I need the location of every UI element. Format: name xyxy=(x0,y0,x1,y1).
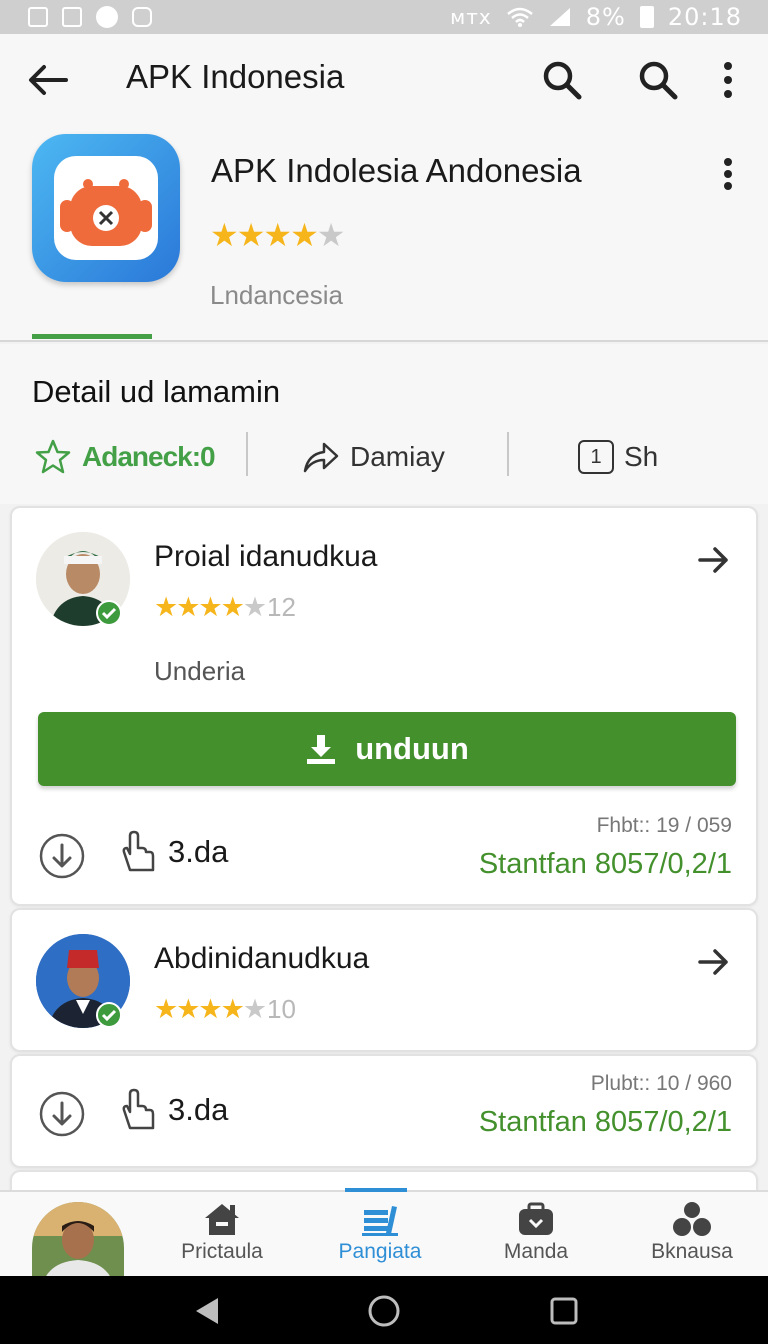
download-circle-icon[interactable] xyxy=(38,832,86,880)
action-sh[interactable]: 1 Sh xyxy=(578,432,658,482)
section-title: Detail ud lamamin xyxy=(32,374,281,409)
verified-badge-icon xyxy=(96,1002,122,1028)
download-count: 3.da xyxy=(168,834,229,869)
action-share-label: Damiay xyxy=(350,441,445,472)
app-card[interactable]: Abdinidanudkua ★★★★★10 xyxy=(10,908,758,1052)
status-right: ᴍᴛx 8% 20:18 xyxy=(450,3,742,31)
system-back-icon[interactable] xyxy=(190,1294,224,1328)
publish-info: Plubt:: 10 / 960 xyxy=(590,1072,732,1095)
card-meta-row: 3.da Fhbt:: 19 / 059 Stantfan 8057/0,2/1 xyxy=(12,814,756,890)
card-title: Abdinidanudkua xyxy=(154,942,370,975)
app-card[interactable]: Proial idanudkua ★★★★★12 Underia unduun … xyxy=(10,506,758,906)
rating-star-partial: ★ xyxy=(316,217,346,253)
action-follow[interactable]: Adaneck:0 xyxy=(34,432,216,482)
card-rating-star-dim: ★ xyxy=(242,994,267,1024)
star-outline-icon xyxy=(35,439,71,474)
card-rating-star-dim: ★ xyxy=(242,592,267,622)
action-share[interactable]: Damiay xyxy=(302,432,445,482)
card-subtitle: Underia xyxy=(154,656,246,686)
status-bar: ᴍᴛx 8% 20:18 xyxy=(0,0,768,34)
shield-icon xyxy=(132,7,152,27)
app-icon-background xyxy=(54,156,158,260)
card-rating: ★★★★★10 xyxy=(154,994,296,1025)
hand-tap-icon[interactable] xyxy=(118,830,156,874)
arrow-right-icon[interactable] xyxy=(696,542,732,578)
card-meta-row: 3.da Plubt:: 10 / 960 Stantfan 8057/0,2/… xyxy=(12,1072,756,1148)
card-title: Proial idanudkua xyxy=(154,540,378,573)
nav-item-pangiata[interactable]: Pangiata xyxy=(310,1200,450,1264)
standard-info: Stantfan 8057/0,2/1 xyxy=(478,1106,732,1138)
card-rating-stars: ★★★★ xyxy=(154,994,245,1024)
system-recents-icon[interactable] xyxy=(547,1294,581,1328)
system-navigation-bar xyxy=(0,1276,768,1344)
download-circle-icon[interactable] xyxy=(38,1090,86,1138)
download-button-label: unduun xyxy=(355,731,469,766)
more-vert-icon[interactable] xyxy=(718,156,738,192)
app-name: APK Indolesia Andonesia xyxy=(211,152,582,189)
publish-info: Fhbt:: 19 / 059 xyxy=(596,814,732,837)
nav-label: Pangiata xyxy=(338,1240,422,1263)
house-icon xyxy=(205,1204,239,1235)
wifi-icon xyxy=(506,7,533,27)
profile-avatar[interactable] xyxy=(32,1202,124,1286)
card-rating-stars: ★★★★ xyxy=(154,592,245,622)
clock: 20:18 xyxy=(667,3,742,31)
rating-stars-filled: ★★★★ xyxy=(210,217,319,253)
community-icon xyxy=(673,1202,711,1236)
badge-one-icon: 1 xyxy=(578,440,614,474)
action-follow-label: Adaneck:0 xyxy=(82,441,216,472)
share-arrow-icon xyxy=(303,442,339,473)
nav-item-prictaula[interactable]: Prictaula xyxy=(152,1200,292,1264)
status-left-icons xyxy=(28,6,152,28)
app-card-meta: 3.da Plubt:: 10 / 960 Stantfan 8057/0,2/… xyxy=(10,1054,758,1168)
moon-icon xyxy=(96,6,118,28)
app-icon xyxy=(32,134,180,282)
verified-badge-icon xyxy=(96,600,122,626)
action-row: Adaneck:0 Damiay 1 Sh xyxy=(0,432,768,482)
developer-name[interactable]: Lndancesia xyxy=(210,280,343,311)
more-vert-icon[interactable] xyxy=(716,58,740,102)
briefcase-icon xyxy=(519,1202,553,1235)
search-icon[interactable] xyxy=(540,58,584,102)
hand-tap-icon[interactable] xyxy=(118,1088,156,1132)
arrow-right-icon[interactable] xyxy=(696,944,732,980)
card-rating-count: 10 xyxy=(267,994,296,1024)
app-rating-stars: ★★★★★ xyxy=(210,216,346,254)
battery-percent: 8% xyxy=(585,3,626,31)
download-icon xyxy=(307,735,336,764)
signal-icon xyxy=(549,8,570,26)
app-bar-title: APK Indonesia xyxy=(126,58,345,95)
download-count: 3.da xyxy=(168,1092,229,1127)
books-icon xyxy=(362,1206,398,1236)
search-icon-secondary[interactable] xyxy=(636,58,680,102)
gallery-icon xyxy=(62,7,82,27)
details-section: Detail ud lamamin Adaneck:0 Damiay 1 Sh xyxy=(0,344,768,504)
active-tab-indicator xyxy=(345,1188,407,1192)
network-label: ᴍᴛx xyxy=(450,5,492,29)
nav-label: Bknausa xyxy=(651,1240,733,1263)
nav-item-bknausa[interactable]: Bknausa xyxy=(622,1200,762,1264)
card-rating: ★★★★★12 xyxy=(154,592,296,623)
bottom-navigation: Prictaula Pangiata Manda Bknausa xyxy=(0,1188,768,1286)
divider xyxy=(246,432,248,476)
battery-icon xyxy=(639,6,654,28)
download-button[interactable]: unduun xyxy=(38,712,736,786)
robot-logo-icon xyxy=(60,179,152,246)
app-bar: APK Indonesia xyxy=(0,34,768,126)
nav-label: Prictaula xyxy=(181,1240,263,1263)
tab-indicator xyxy=(32,334,152,339)
back-arrow-icon[interactable] xyxy=(26,60,70,100)
notification-icon xyxy=(28,7,48,27)
system-home-icon[interactable] xyxy=(367,1294,401,1328)
card-rating-count: 12 xyxy=(267,592,296,622)
action-sh-label: Sh xyxy=(624,441,659,472)
divider xyxy=(507,432,509,476)
standard-info: Stantfan 8057/0,2/1 xyxy=(478,848,732,880)
nav-item-manda[interactable]: Manda xyxy=(466,1200,606,1264)
nav-label: Manda xyxy=(503,1240,569,1263)
app-header: APK Indolesia Andonesia ★★★★★ Lndancesia xyxy=(0,126,768,342)
person-portrait-icon xyxy=(32,1202,124,1286)
